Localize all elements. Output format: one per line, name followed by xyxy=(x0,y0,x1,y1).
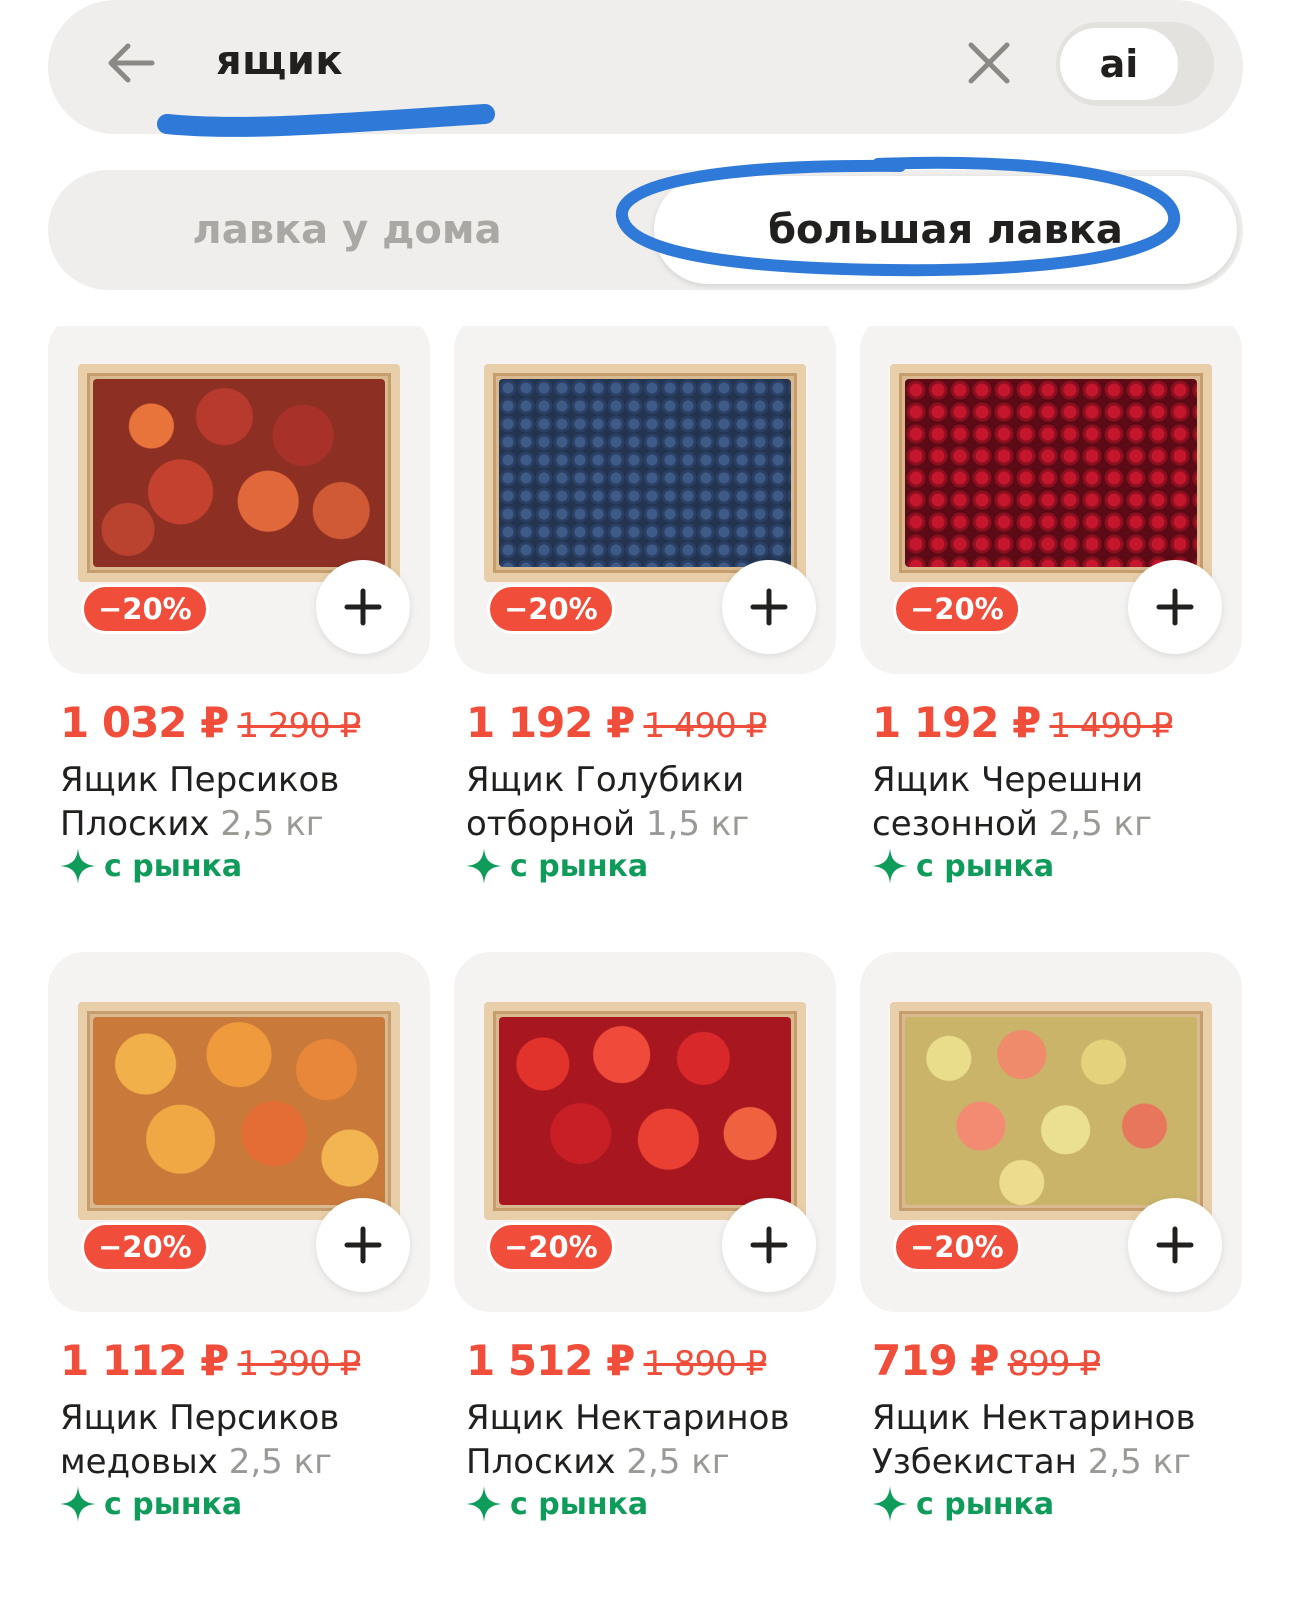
price-current: 1 032 ₽ xyxy=(60,698,229,747)
plus-icon xyxy=(750,588,788,626)
plus-icon xyxy=(344,588,382,626)
market-badge: с рынка xyxy=(872,848,1054,884)
product-weight: 1,5 кг xyxy=(645,804,750,844)
price-old: 1 890 ₽ xyxy=(643,1344,767,1384)
plus-icon xyxy=(344,1226,382,1264)
product-image[interactable]: −20% xyxy=(48,952,430,1312)
product-weight: 2,5 кг xyxy=(228,1442,332,1482)
add-to-cart-button[interactable] xyxy=(722,1198,816,1292)
sparkle-icon xyxy=(60,848,96,884)
price-row: 1 512 ₽ 1 890 ₽ xyxy=(466,1336,767,1385)
market-label: с рынка xyxy=(510,1486,649,1522)
price-row: 1 112 ₽ 1 390 ₽ xyxy=(60,1336,361,1385)
sparkle-icon xyxy=(60,1486,96,1522)
price-current: 719 ₽ xyxy=(872,1336,1000,1385)
crate-image xyxy=(890,364,1212,582)
price-current: 1 512 ₽ xyxy=(466,1336,635,1385)
discount-badge: −20% xyxy=(81,584,209,634)
close-icon[interactable] xyxy=(966,40,1012,86)
product-weight: 2,5 кг xyxy=(1048,804,1152,844)
price-row: 1 192 ₽ 1 490 ₽ xyxy=(466,698,767,747)
sparkle-icon xyxy=(466,1486,502,1522)
market-label: с рынка xyxy=(104,1486,243,1522)
product-title[interactable]: Ящик Голубики отборной 1,5 кг xyxy=(466,758,836,846)
plus-icon xyxy=(1156,1226,1194,1264)
price-current: 1 192 ₽ xyxy=(466,698,635,747)
product-title[interactable]: Ящик Черешни сезонной 2,5 кг xyxy=(872,758,1242,846)
price-old: 1 490 ₽ xyxy=(1049,706,1173,746)
market-label: с рынка xyxy=(916,848,1055,884)
discount-badge: −20% xyxy=(81,1222,209,1272)
market-badge: с рынка xyxy=(872,1486,1054,1522)
market-badge: с рынка xyxy=(466,848,648,884)
market-label: с рынка xyxy=(510,848,649,884)
crate-image xyxy=(890,1002,1212,1220)
product-weight: 2,5 кг xyxy=(626,1442,730,1482)
add-to-cart-button[interactable] xyxy=(1128,560,1222,654)
product-grid: −20% 1 032 ₽ 1 290 ₽ Ящик Персиков Плоск… xyxy=(0,326,1290,1607)
market-badge: с рынка xyxy=(60,1486,242,1522)
crate-image xyxy=(484,1002,806,1220)
discount-badge: −20% xyxy=(893,584,1021,634)
search-input[interactable]: ящик xyxy=(216,38,343,84)
price-old: 1 290 ₽ xyxy=(237,706,361,746)
discount-badge: −20% xyxy=(487,584,615,634)
product-title[interactable]: Ящик Персиков Плоских 2,5 кг xyxy=(60,758,430,846)
search-header: ящик ai лавка у дома большая лавка xyxy=(0,0,1290,326)
sparkle-icon xyxy=(872,848,908,884)
plus-icon xyxy=(750,1226,788,1264)
product-weight: 2,5 кг xyxy=(1087,1442,1191,1482)
add-to-cart-button[interactable] xyxy=(722,560,816,654)
product-weight: 2,5 кг xyxy=(220,804,324,844)
store-switcher: лавка у дома большая лавка xyxy=(48,170,1243,290)
discount-badge: −20% xyxy=(893,1222,1021,1272)
crate-image xyxy=(484,364,806,582)
price-old: 1 490 ₽ xyxy=(643,706,767,746)
sparkle-icon xyxy=(466,848,502,884)
price-current: 1 112 ₽ xyxy=(60,1336,229,1385)
market-badge: с рынка xyxy=(60,848,242,884)
product-title[interactable]: Ящик Нектаринов Плоских 2,5 кг xyxy=(466,1396,836,1484)
product-image[interactable]: −20% xyxy=(860,326,1242,674)
price-row: 1 192 ₽ 1 490 ₽ xyxy=(872,698,1173,747)
price-old: 899 ₽ xyxy=(1007,1344,1101,1384)
crate-image xyxy=(78,1002,400,1220)
crate-image xyxy=(78,364,400,582)
add-to-cart-button[interactable] xyxy=(316,1198,410,1292)
market-label: с рынка xyxy=(916,1486,1055,1522)
tab-bolshaya-lavka[interactable]: большая лавка xyxy=(654,176,1237,284)
ai-label: ai xyxy=(1060,28,1178,100)
product-image[interactable]: −20% xyxy=(454,326,836,674)
product-image[interactable]: −20% xyxy=(860,952,1242,1312)
price-current: 1 192 ₽ xyxy=(872,698,1041,747)
ai-toggle[interactable]: ai xyxy=(1056,22,1214,106)
product-image[interactable]: −20% xyxy=(454,952,836,1312)
add-to-cart-button[interactable] xyxy=(1128,1198,1222,1292)
price-old: 1 390 ₽ xyxy=(237,1344,361,1384)
product-image[interactable]: −20% xyxy=(48,326,430,674)
arrow-left-icon[interactable] xyxy=(104,36,158,90)
sparkle-icon xyxy=(872,1486,908,1522)
price-row: 719 ₽ 899 ₽ xyxy=(872,1336,1101,1385)
price-row: 1 032 ₽ 1 290 ₽ xyxy=(60,698,361,747)
add-to-cart-button[interactable] xyxy=(316,560,410,654)
market-label: с рынка xyxy=(104,848,243,884)
product-title[interactable]: Ящик Нектаринов Узбекистан 2,5 кг xyxy=(872,1396,1242,1484)
product-title[interactable]: Ящик Персиков медовых 2,5 кг xyxy=(60,1396,430,1484)
discount-badge: −20% xyxy=(487,1222,615,1272)
tab-lavka-u-doma[interactable]: лавка у дома xyxy=(48,170,646,290)
market-badge: с рынка xyxy=(466,1486,648,1522)
plus-icon xyxy=(1156,588,1194,626)
